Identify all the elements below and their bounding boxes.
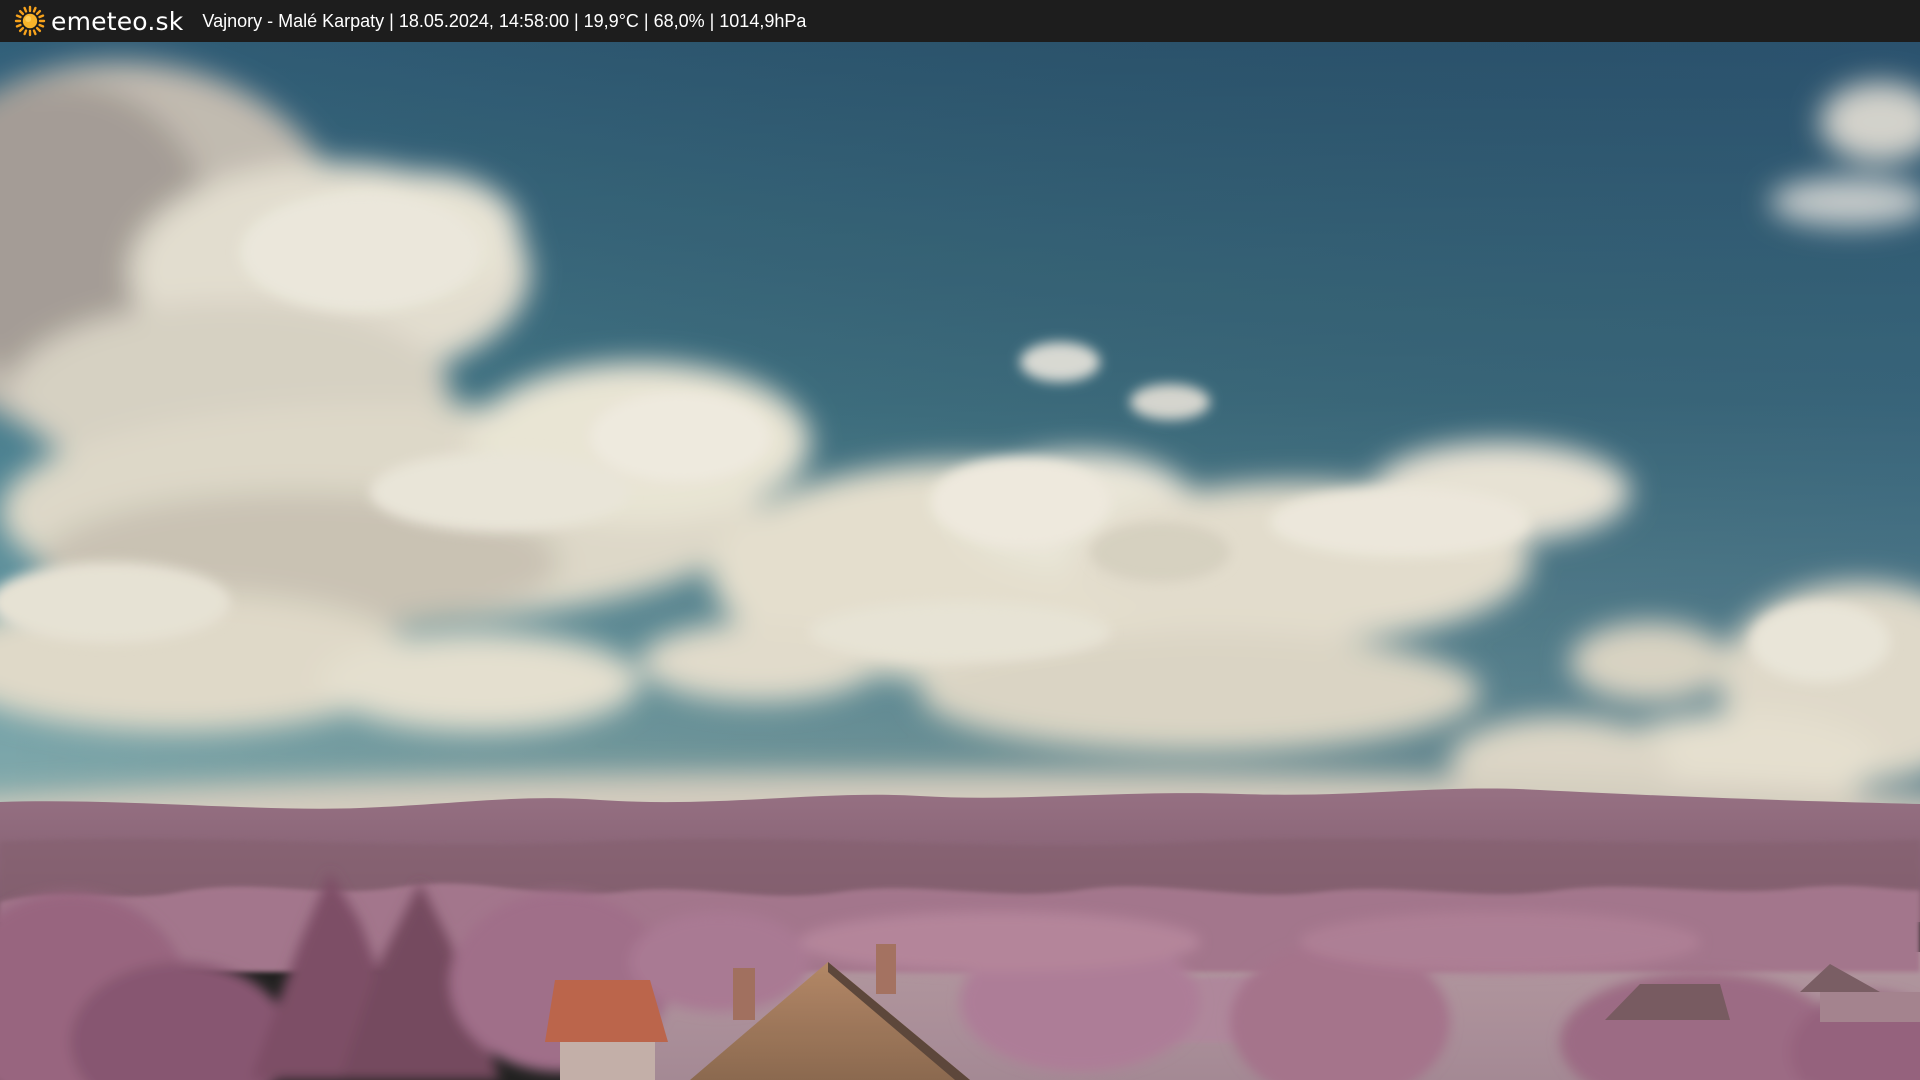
webcam-image [0,42,1920,1080]
brand-name: emeteo.sk [51,6,184,36]
logo[interactable]: emeteo.sk [14,5,183,37]
sun-icon [14,5,46,37]
webcam-frame: emeteo.sk Vajnory - Malé Karpaty | 18.05… [0,0,1920,1080]
top-bar: emeteo.sk Vajnory - Malé Karpaty | 18.05… [0,0,1920,42]
weather-info-text: Vajnory - Malé Karpaty | 18.05.2024, 14:… [202,10,807,31]
